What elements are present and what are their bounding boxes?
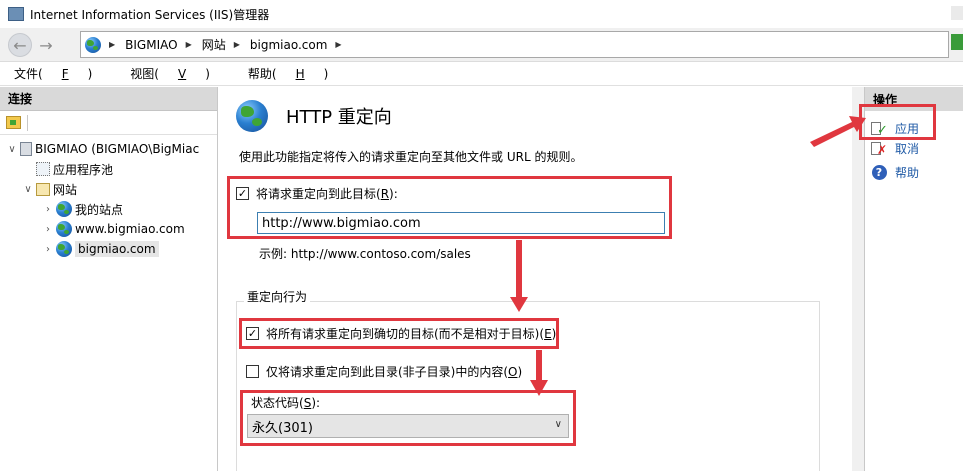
annotation-box-status [240, 390, 576, 446]
help-label: 帮助 [895, 166, 920, 180]
redirect-example: 示例: http://www.contoso.com/sales [259, 247, 471, 261]
connect-icon[interactable] [6, 116, 21, 129]
connections-header: 连接 [0, 87, 217, 111]
annotation-box-exact [239, 318, 559, 349]
scroll-gutter [852, 87, 864, 471]
tree-node-site-selected[interactable]: › bigmiao.com [0, 239, 217, 259]
arrow-right-icon: → [39, 35, 53, 55]
menu-help[interactable]: 帮助(H) [248, 65, 347, 82]
globe-icon [236, 100, 268, 132]
annotation-box-apply [859, 104, 936, 140]
arrow-left-icon: ← [13, 35, 27, 55]
help-icon: ? [871, 165, 887, 181]
chevron-right-icon: ▶ [109, 40, 116, 49]
only-directory-option: 仅将请求重定向到此目录(非子目录)中的内容(O) [246, 363, 522, 380]
connections-pane: 连接 ∨ BIGMIAO (BIGMIAO\BigMiac 应用程序池 ∨ 网站… [0, 87, 218, 471]
breadcrumb-site[interactable]: bigmiao.com [250, 38, 328, 52]
window-controls-edge[interactable] [951, 6, 963, 20]
cancel-action[interactable]: ✗ 取消 [871, 140, 919, 157]
sites-folder-icon [36, 182, 50, 196]
globe-icon [56, 241, 72, 257]
title-bar: Internet Information Services (IIS)管理器 [0, 0, 963, 28]
behavior-group-label: 重定向行为 [244, 288, 311, 305]
navigation-bar: ← → ▶ BIGMIAO ▶ 网站 ▶ bigmiao.com ▶ [0, 28, 963, 62]
connections-tree: ∨ BIGMIAO (BIGMIAO\BigMiac 应用程序池 ∨ 网站 › … [0, 135, 217, 259]
back-button[interactable]: ← [8, 33, 32, 57]
breadcrumb-server[interactable]: BIGMIAO [125, 38, 177, 52]
cancel-icon: ✗ [871, 141, 887, 157]
cancel-label: 取消 [895, 142, 920, 156]
expand-icon[interactable]: › [42, 224, 54, 235]
app-pool-icon [36, 162, 50, 176]
chevron-right-icon: ▶ [335, 40, 342, 49]
only-directory-label[interactable]: 仅将请求重定向到此目录(非子目录)中的内容(O) [266, 363, 522, 380]
menu-file[interactable]: 文件(F) [14, 65, 111, 82]
forward-button[interactable]: → [34, 33, 58, 57]
feature-heading: HTTP 重定向 [236, 100, 392, 132]
window-title: Internet Information Services (IIS)管理器 [30, 7, 270, 22]
refresh-icon[interactable] [951, 34, 963, 50]
connections-toolbar [0, 111, 217, 135]
tree-node-sites[interactable]: ∨ 网站 [0, 179, 217, 199]
chevron-right-icon: ▶ [185, 40, 192, 49]
iis-app-icon [8, 7, 24, 21]
server-icon [20, 142, 32, 156]
menu-bar: 文件(F) 视图(V) 帮助(H) [0, 62, 963, 86]
breadcrumb: ▶ BIGMIAO ▶ 网站 ▶ bigmiao.com ▶ [101, 36, 352, 53]
globe-icon [56, 221, 72, 237]
globe-icon [85, 36, 101, 53]
globe-icon [56, 201, 72, 217]
feature-description: 使用此功能指定将传入的请求重定向至其他文件或 URL 的规则。 [239, 150, 583, 164]
chevron-right-icon: ▶ [233, 40, 240, 49]
only-directory-checkbox[interactable] [246, 365, 259, 378]
tree-node-site[interactable]: › 我的站点 [0, 199, 217, 219]
tree-node-site[interactable]: › www.bigmiao.com [0, 219, 217, 239]
expand-icon[interactable]: › [42, 204, 54, 215]
expand-icon[interactable]: › [42, 244, 54, 255]
breadcrumb-sites[interactable]: 网站 [202, 36, 226, 53]
help-action[interactable]: ? 帮助 [871, 164, 919, 181]
collapse-icon[interactable]: ∨ [22, 184, 34, 195]
menu-view[interactable]: 视图(V) [130, 65, 229, 82]
tree-node-app-pools[interactable]: 应用程序池 [0, 159, 217, 179]
page-title: HTTP 重定向 [286, 107, 392, 128]
annotation-box-target [227, 176, 672, 239]
tree-node-server[interactable]: ∨ BIGMIAO (BIGMIAO\BigMiac [0, 139, 217, 159]
collapse-icon[interactable]: ∨ [6, 144, 18, 155]
address-bar[interactable]: ▶ BIGMIAO ▶ 网站 ▶ bigmiao.com ▶ [80, 31, 949, 58]
actions-pane: 操作 ✓ 应用 ✗ 取消 ? 帮助 [864, 87, 963, 471]
